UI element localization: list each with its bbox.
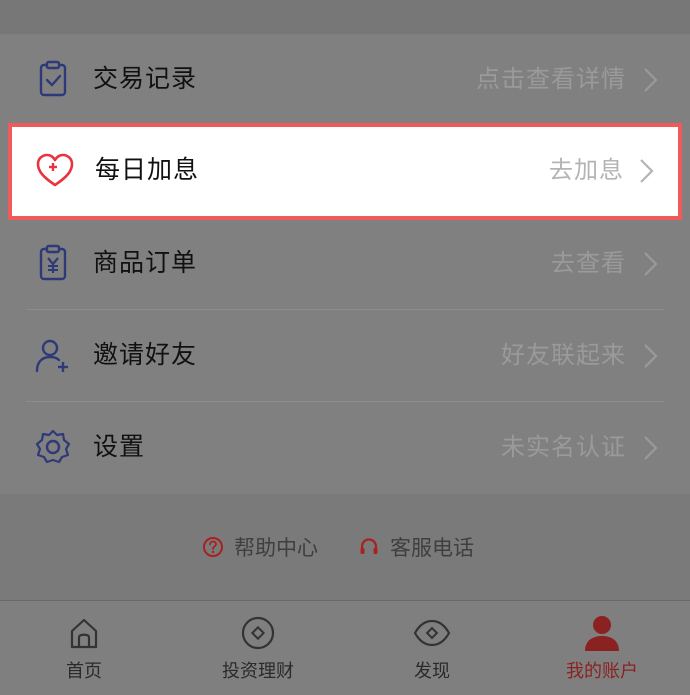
tab-label: 我的账户: [566, 661, 638, 682]
menu-hint: 未实名认证: [501, 433, 626, 461]
person-icon: [582, 613, 622, 653]
tab-label: 首页: [66, 661, 102, 682]
account-menu: 交易记录 点击查看详情 商品订单 去查看 邀请好友 好友联起来 设置 未实名认证: [0, 34, 690, 494]
user-plus-icon: [33, 335, 73, 375]
clipboard-check-icon: [33, 59, 73, 99]
menu-hint: 去加息: [549, 156, 624, 184]
menu-label: 商品订单: [93, 248, 198, 277]
menu-hint: 好友联起来: [501, 341, 626, 369]
tab-label: 发现: [414, 661, 450, 682]
home-icon: [64, 613, 104, 653]
top-strip: [0, 0, 690, 34]
customer-service-label: 客服电话: [390, 536, 474, 560]
menu-row-orders[interactable]: 商品订单 去查看: [0, 218, 690, 310]
tab-label: 投资理财: [222, 661, 294, 682]
heart-plus-icon: [35, 151, 75, 191]
menu-row-settings[interactable]: 设置 未实名认证: [0, 402, 690, 494]
tab-home[interactable]: 首页: [24, 601, 144, 695]
headset-icon: [358, 536, 380, 558]
menu-hint: 去查看: [551, 249, 626, 277]
menu-hint: 点击查看详情: [476, 65, 626, 93]
menu-label: 每日加息: [95, 155, 200, 184]
clipboard-yuan-icon: [33, 243, 73, 283]
menu-row-daily-interest[interactable]: 每日加息 去加息: [8, 123, 682, 220]
help-center-link[interactable]: 帮助中心: [202, 532, 318, 562]
help-center-label: 帮助中心: [234, 536, 318, 560]
menu-row-transactions[interactable]: 交易记录 点击查看详情: [0, 34, 690, 126]
eye-icon: [412, 613, 452, 653]
chevron-right-icon: [640, 66, 662, 94]
menu-label: 交易记录: [93, 64, 198, 93]
help-bar: 帮助中心 客服电话: [0, 494, 690, 600]
question-circle-icon: [202, 536, 224, 558]
menu-row-invite[interactable]: 邀请好友 好友联起来: [0, 310, 690, 402]
tab-discover[interactable]: 发现: [372, 601, 492, 695]
gear-icon: [33, 427, 73, 467]
chevron-right-icon: [640, 434, 662, 462]
chevron-right-icon: [640, 342, 662, 370]
bottom-tab-bar: 首页 投资理财 发现 我的账户: [0, 600, 690, 695]
menu-label: 邀请好友: [93, 340, 198, 369]
tab-my-account[interactable]: 我的账户: [542, 601, 662, 695]
invest-coin-icon: [238, 613, 278, 653]
chevron-right-icon: [636, 157, 658, 185]
customer-service-link[interactable]: 客服电话: [358, 532, 474, 562]
chevron-right-icon: [640, 250, 662, 278]
menu-label: 设置: [93, 432, 146, 461]
tab-invest[interactable]: 投资理财: [198, 601, 318, 695]
